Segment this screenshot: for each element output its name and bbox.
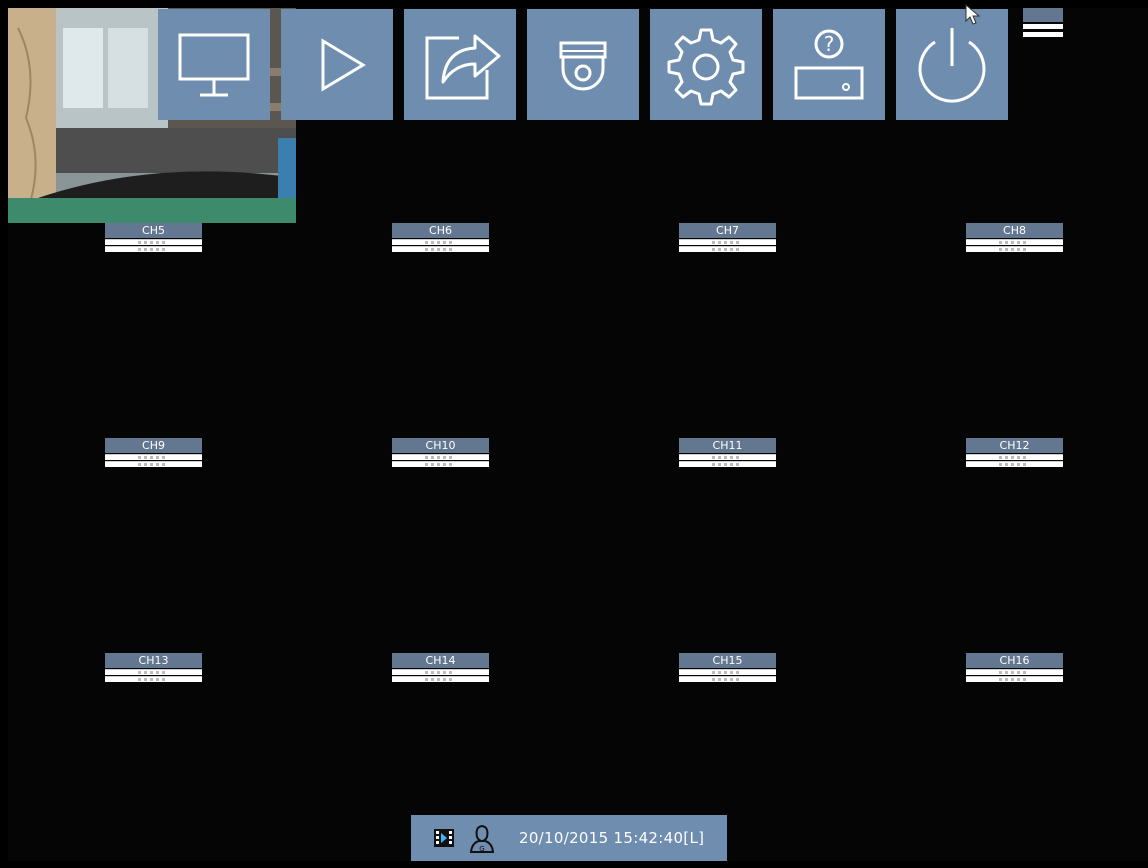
ptz-button[interactable] — [527, 9, 639, 120]
channel-status-bar — [679, 676, 776, 682]
channel-status-bar — [679, 461, 776, 467]
status-datetime: 20/10/2015 15:42:40[L] — [519, 829, 705, 847]
channel-status-bar — [392, 246, 489, 252]
channel-status-bar — [392, 454, 489, 460]
channel-status-bar — [679, 239, 776, 245]
playback-button[interactable] — [281, 9, 393, 120]
channel-label: CH12 — [966, 438, 1063, 453]
main-menu: ? — [158, 9, 1008, 120]
channel-status-bar — [966, 239, 1063, 245]
dome-camera-icon — [559, 41, 607, 90]
camera-tile-ch12[interactable]: CH12 — [869, 438, 1148, 653]
channel-label: CH11 — [679, 438, 776, 453]
camera-tile-ch16[interactable]: CH16 — [869, 653, 1148, 868]
power-icon — [918, 27, 986, 103]
camera-tile-ch7[interactable]: CH7 — [582, 223, 869, 438]
camera-tile-ch8[interactable]: CH8 — [869, 223, 1148, 438]
channel-status-bar — [105, 676, 202, 682]
channel-status-bar — [679, 246, 776, 252]
channel-status-bar — [679, 669, 776, 675]
channel-status-bar — [105, 669, 202, 675]
channel-label: CH10 — [392, 438, 489, 453]
channel-label: CH15 — [679, 653, 776, 668]
camera-tile-ch9[interactable]: CH9 — [8, 438, 295, 653]
shutdown-button[interactable] — [896, 9, 1008, 120]
channel-status-bar — [392, 669, 489, 675]
device-help-icon: ? — [794, 29, 864, 99]
gear-icon — [667, 28, 745, 105]
camera-grid: CH5 CH6 CH7 CH8 CH9 CH10 CH11 CH12 CH13 … — [8, 8, 1148, 861]
channel-label: CH16 — [966, 653, 1063, 668]
channel-status-bar — [105, 461, 202, 467]
channel-status-bar — [392, 239, 489, 245]
play-icon — [321, 37, 366, 92]
channel-status-bar — [105, 246, 202, 252]
channel-label: CH9 — [105, 438, 202, 453]
channel-status-bar — [966, 669, 1063, 675]
channel-label: CH8 — [966, 223, 1063, 238]
channel-status-bar — [392, 461, 489, 467]
svg-text:G: G — [479, 845, 484, 853]
channel-label-ch4-partial — [1023, 8, 1063, 22]
channel-status-bar — [105, 454, 202, 460]
system-info-button[interactable]: ? — [773, 9, 885, 120]
camera-tile-ch10[interactable]: CH10 — [295, 438, 582, 653]
monitor-icon — [178, 33, 250, 96]
channel-status-bar — [966, 246, 1063, 252]
channel-status-bar — [105, 239, 202, 245]
channel-status-bar — [679, 454, 776, 460]
export-button[interactable] — [404, 9, 516, 120]
channel-status-bar — [1023, 32, 1063, 37]
camera-tile-ch6[interactable]: CH6 — [295, 223, 582, 438]
camera-tile-ch11[interactable]: CH11 — [582, 438, 869, 653]
channel-label: CH13 — [105, 653, 202, 668]
channel-status-bar — [966, 676, 1063, 682]
record-icon[interactable] — [429, 823, 459, 853]
channel-label: CH6 — [392, 223, 489, 238]
channel-status-bar — [966, 454, 1063, 460]
channel-status-bar — [1023, 24, 1063, 29]
camera-tile-ch5[interactable]: CH5 — [8, 223, 295, 438]
status-bar: G 20/10/2015 15:42:40[L] — [411, 815, 727, 861]
mouse-cursor-icon — [965, 4, 981, 25]
camera-tile-ch13[interactable]: CH13 — [8, 653, 295, 868]
channel-status-bar — [966, 461, 1063, 467]
export-icon — [425, 34, 501, 99]
user-icon[interactable]: G — [467, 823, 497, 853]
live-view-button[interactable] — [158, 9, 270, 120]
channel-label: CH14 — [392, 653, 489, 668]
svg-text:?: ? — [824, 32, 835, 56]
channel-status-bar — [392, 676, 489, 682]
channel-label: CH7 — [679, 223, 776, 238]
channel-label: CH5 — [105, 223, 202, 238]
setup-button[interactable] — [650, 9, 762, 120]
